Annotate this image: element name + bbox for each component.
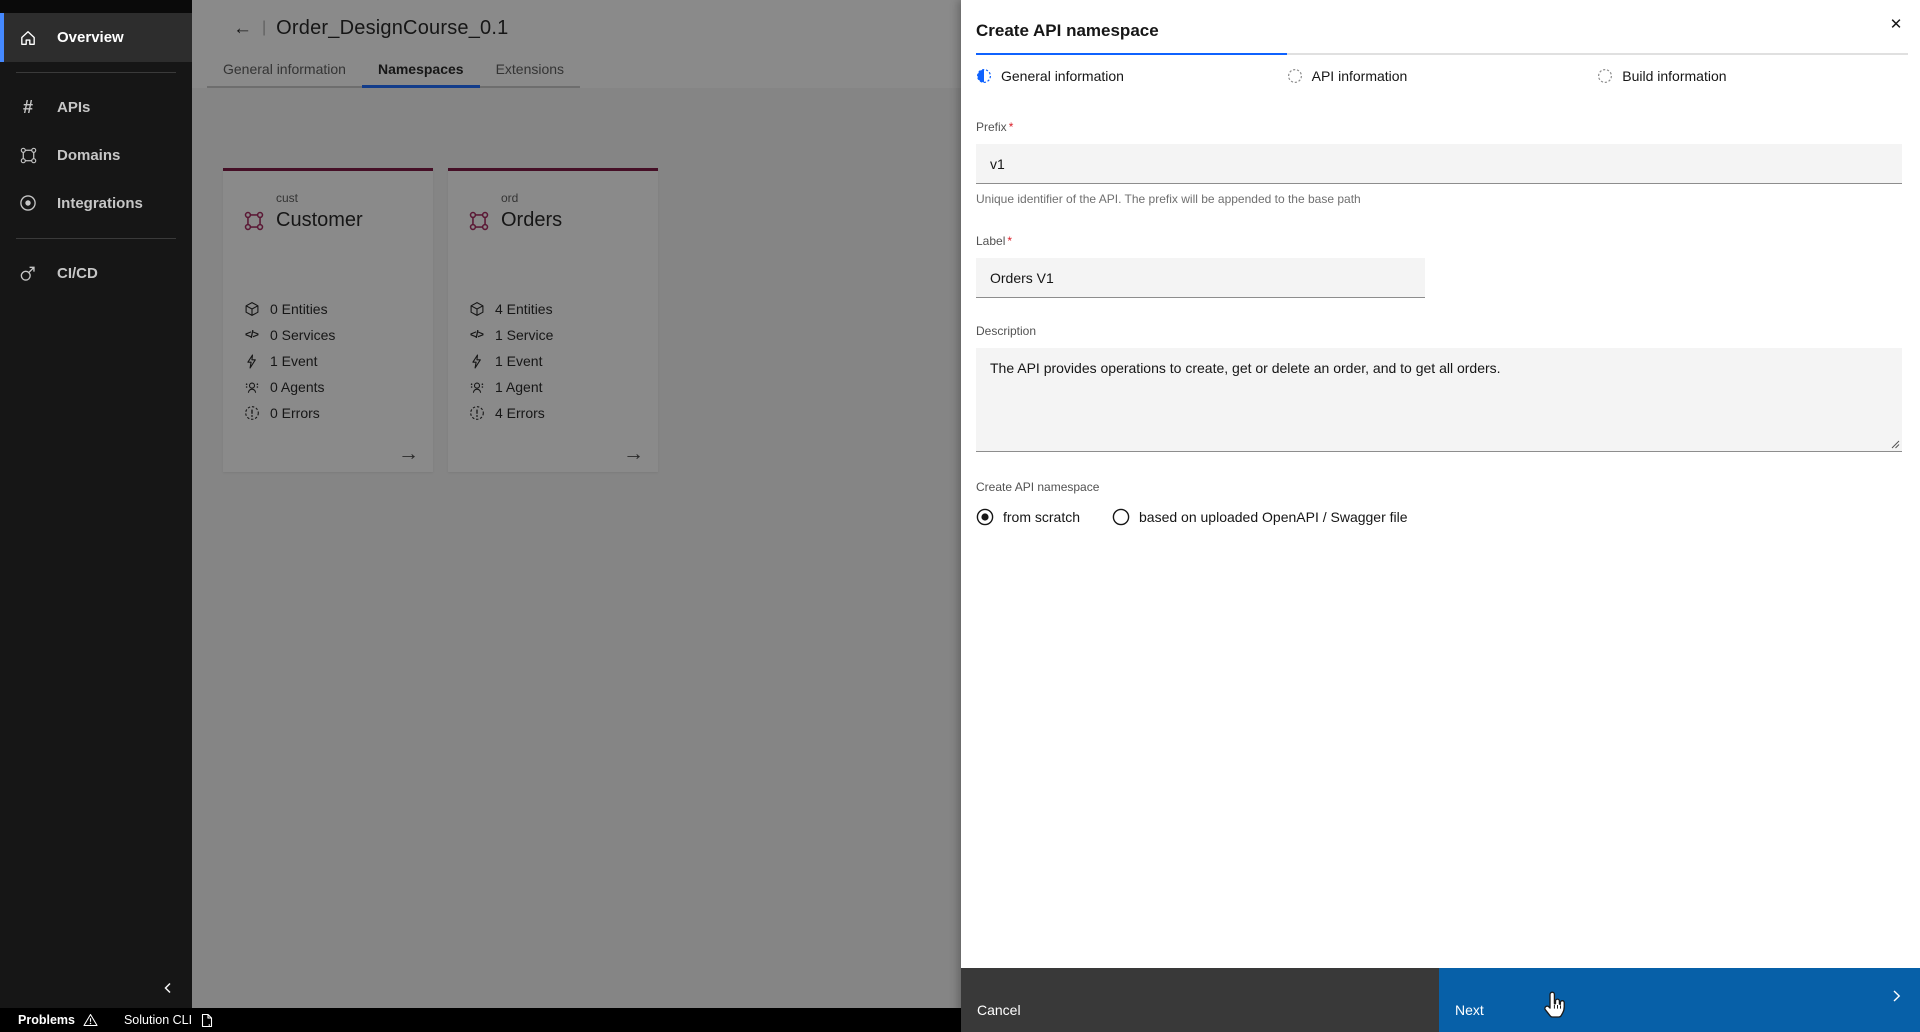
radio-selected-icon <box>976 508 994 526</box>
progress-indicator: General information API information Buil… <box>976 53 1908 84</box>
required-asterisk: * <box>1008 120 1014 134</box>
sidebar-item-label: CI/CD <box>57 264 98 282</box>
label-label: Label * <box>976 234 1013 248</box>
domain-icon <box>17 146 39 165</box>
description-textarea[interactable]: The API provides operations to create, g… <box>976 348 1902 452</box>
sidebar-item-domains[interactable]: Domains <box>0 131 192 179</box>
progress-track <box>976 53 1908 55</box>
sidebar-top-strip <box>0 0 192 13</box>
radio-label: based on uploaded OpenAPI / Swagger file <box>1139 509 1408 525</box>
sidebar-collapse-button[interactable] <box>154 974 182 1002</box>
close-icon: ✕ <box>1889 16 1903 33</box>
solution-cli-label: Solution CLI <box>123 1013 193 1027</box>
cicd-icon <box>17 264 39 282</box>
step-label: Build information <box>1622 68 1727 84</box>
step-build-information[interactable]: Build information <box>1597 68 1908 84</box>
description-group: Description The API provides operations … <box>976 324 1902 452</box>
modal-dim-overlay <box>192 0 961 1008</box>
sidebar-divider <box>16 238 176 239</box>
create-api-namespace-panel: Create API namespace ✕ General informati… <box>961 0 1920 1032</box>
chevron-left-icon <box>160 980 176 996</box>
description-label: Description <box>976 324 1037 338</box>
progress-segment-active <box>976 53 1288 55</box>
statusbar-solution-cli[interactable]: Solution CLI <box>124 1013 213 1028</box>
panel-footer: Cancel Next <box>961 968 1920 1032</box>
status-bar: Problems Solution CLI <box>0 1008 961 1032</box>
radio-from-openapi-file[interactable]: based on uploaded OpenAPI / Swagger file <box>1112 508 1408 526</box>
radio-unselected-icon <box>1112 508 1130 526</box>
step-label: API information <box>1311 68 1408 84</box>
next-button[interactable]: Next <box>1439 968 1920 1032</box>
panel-title: Create API namespace <box>976 21 1159 40</box>
cancel-button[interactable]: Cancel <box>961 968 1439 1032</box>
label-group: Label * <box>976 234 1902 298</box>
warning-triangle-icon <box>83 1013 98 1027</box>
sidebar: Overview # APIs Domains Integrations CI/… <box>0 0 192 1008</box>
progress-segment-remaining <box>1287 53 1908 55</box>
problems-label: Problems <box>18 1013 75 1027</box>
step-label: General information <box>1001 68 1124 84</box>
step-upcoming-icon <box>1287 68 1303 84</box>
step-api-information[interactable]: API information <box>1287 68 1598 84</box>
namespace-source-label: Create API namespace <box>976 480 1100 494</box>
required-asterisk: * <box>1007 234 1013 248</box>
step-general-information[interactable]: General information <box>976 68 1287 84</box>
label-input[interactable] <box>976 258 1425 298</box>
home-icon <box>17 29 39 47</box>
close-button[interactable]: ✕ <box>1880 8 1912 40</box>
sidebar-item-cicd[interactable]: CI/CD <box>0 249 192 297</box>
sidebar-item-label: APIs <box>57 98 91 116</box>
sidebar-item-overview[interactable]: Overview <box>0 13 192 62</box>
namespace-source-options: from scratch based on uploaded OpenAPI /… <box>976 508 1902 526</box>
hash-icon: # <box>22 97 33 117</box>
statusbar-problems[interactable]: Problems <box>18 1013 98 1027</box>
sidebar-item-label: Domains <box>57 146 121 164</box>
radio-from-scratch[interactable]: from scratch <box>976 508 1080 526</box>
prefix-label: Prefix * <box>976 120 1014 134</box>
prefix-helper-text: Unique identifier of the API. The prefix… <box>976 192 1361 206</box>
step-upcoming-icon <box>1597 68 1613 84</box>
document-icon <box>200 1013 213 1028</box>
sidebar-divider <box>16 72 176 73</box>
sidebar-item-label: Overview <box>57 29 124 46</box>
sidebar-item-label: Integrations <box>57 194 143 212</box>
general-information-form: Prefix* Unique identifier of the API. Th… <box>976 120 1902 526</box>
resize-handle-icon[interactable] <box>1890 439 1900 449</box>
namespace-source-group: Create API namespace from scratch based … <box>976 480 1902 526</box>
step-current-icon <box>976 68 992 84</box>
prefix-group: Prefix* Unique identifier of the API. Th… <box>976 120 1902 206</box>
sidebar-item-integrations[interactable]: Integrations <box>0 179 192 227</box>
chevron-right-icon <box>1888 988 1904 1004</box>
prefix-input[interactable] <box>976 144 1902 184</box>
sidebar-item-apis[interactable]: # APIs <box>0 83 192 131</box>
integration-icon <box>17 194 39 212</box>
radio-label: from scratch <box>1003 509 1081 525</box>
